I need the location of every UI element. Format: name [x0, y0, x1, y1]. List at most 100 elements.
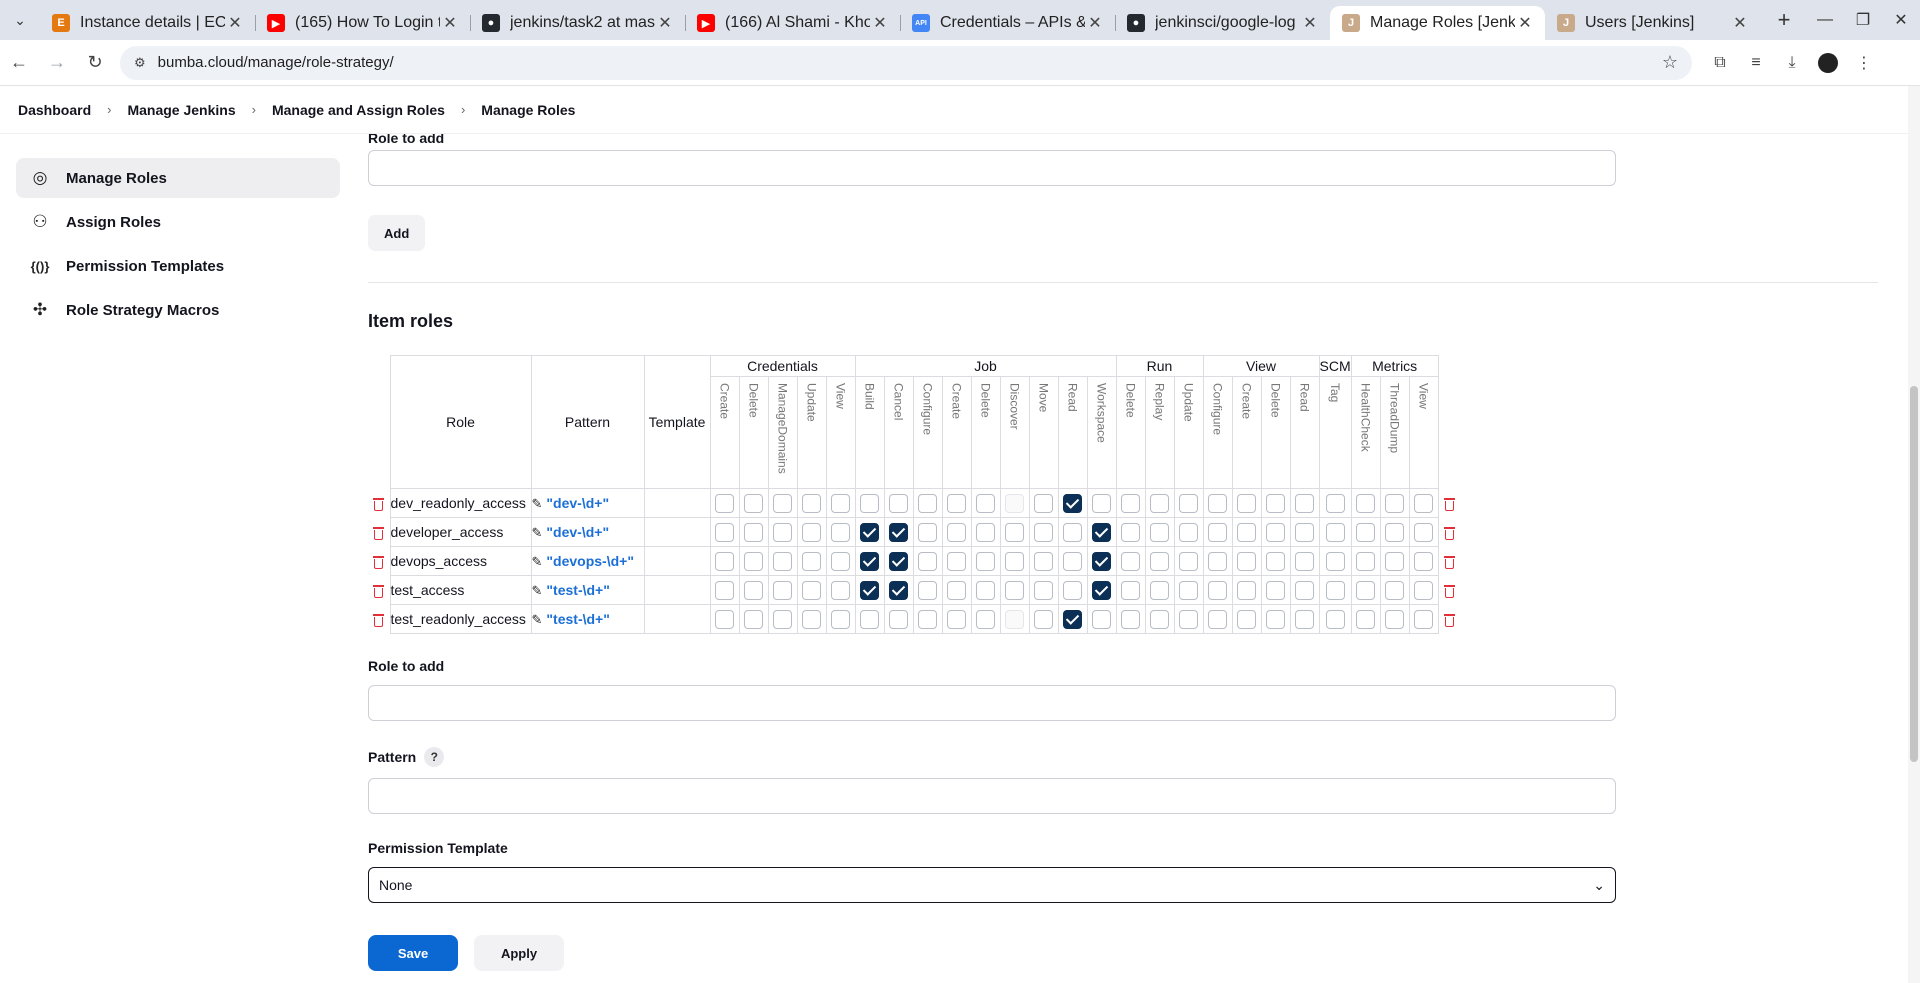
pattern-input[interactable]	[368, 778, 1616, 814]
permission-checkbox[interactable]	[1414, 493, 1434, 513]
back-icon[interactable]: ←	[0, 45, 38, 81]
delete-role-button[interactable]	[368, 576, 390, 605]
permission-checkbox[interactable]	[1150, 551, 1169, 571]
permission-checkbox[interactable]	[802, 580, 821, 600]
permission-checkbox[interactable]	[1414, 551, 1434, 571]
edit-pencil-icon[interactable]: ✎	[532, 496, 543, 511]
delete-role-button[interactable]	[1438, 547, 1460, 576]
permission-checkbox[interactable]	[1266, 609, 1285, 629]
permission-checkbox[interactable]	[860, 493, 879, 513]
permission-checkbox[interactable]	[773, 580, 792, 600]
forward-icon[interactable]: →	[38, 45, 76, 81]
sidebar-item-role-strategy-macros[interactable]: ✣ Role Strategy Macros	[16, 290, 340, 330]
permission-checkbox[interactable]	[1295, 580, 1314, 600]
permission-checkbox[interactable]	[715, 609, 734, 629]
pattern-value[interactable]: "dev-\d+"	[546, 524, 609, 540]
edit-pencil-icon[interactable]: ✎	[532, 612, 543, 627]
delete-role-button[interactable]	[368, 489, 390, 518]
page-scrollbar[interactable]	[1908, 86, 1920, 983]
permission-checkbox[interactable]	[1179, 522, 1198, 542]
tab-close-icon[interactable]: ✕	[1300, 13, 1320, 33]
permission-checkbox[interactable]	[744, 522, 763, 542]
permission-checkbox[interactable]	[918, 522, 937, 542]
permission-checkbox[interactable]	[1295, 522, 1314, 542]
permission-checkbox[interactable]	[1092, 522, 1111, 542]
pattern-value[interactable]: "test-\d+"	[546, 611, 609, 627]
browser-tab[interactable]: ▶ (165) How To Login t ✕	[255, 6, 470, 40]
permission-checkbox[interactable]	[1208, 580, 1227, 600]
permission-checkbox[interactable]	[1385, 580, 1405, 600]
permission-checkbox[interactable]	[1385, 493, 1405, 513]
permission-checkbox[interactable]	[918, 580, 937, 600]
permission-checkbox[interactable]	[1266, 580, 1285, 600]
permission-checkbox[interactable]	[1208, 551, 1227, 571]
permission-checkbox[interactable]	[1325, 522, 1345, 542]
add-role-button-top[interactable]: Add	[368, 215, 426, 251]
permission-checkbox[interactable]	[1092, 580, 1111, 600]
permission-checkbox[interactable]	[1266, 493, 1285, 513]
permission-checkbox[interactable]	[1266, 522, 1285, 542]
permission-checkbox[interactable]	[860, 522, 879, 542]
permission-checkbox[interactable]	[918, 551, 937, 571]
download-icon[interactable]: ⤓	[1774, 45, 1810, 81]
permission-checkbox[interactable]	[773, 551, 792, 571]
permission-checkbox[interactable]	[1237, 522, 1256, 542]
permission-checkbox[interactable]	[831, 551, 850, 571]
permission-checkbox[interactable]	[1121, 580, 1140, 600]
permission-checkbox[interactable]	[744, 493, 763, 513]
extensions-icon[interactable]: ⧉	[1702, 45, 1738, 81]
permission-checkbox[interactable]	[1121, 551, 1140, 571]
breadcrumb-dashboard[interactable]: Dashboard	[18, 102, 91, 118]
permission-checkbox[interactable]	[831, 522, 850, 542]
tab-close-icon[interactable]: ✕	[1515, 13, 1535, 33]
permission-checkbox[interactable]	[860, 609, 879, 629]
permission-checkbox[interactable]	[1150, 580, 1169, 600]
delete-role-button[interactable]	[368, 518, 390, 547]
save-button[interactable]: Save	[368, 935, 458, 971]
role-to-add-input-top[interactable]	[368, 150, 1616, 186]
permission-checkbox[interactable]	[889, 609, 908, 629]
permission-template-select[interactable]: None ⌄	[368, 867, 1616, 903]
permission-checkbox[interactable]	[715, 522, 734, 542]
sidebar-item-manage-roles[interactable]: ◎ Manage Roles	[16, 158, 340, 198]
permission-checkbox[interactable]	[889, 551, 908, 571]
browser-tab[interactable]: J Users [Jenkins] ✕	[1545, 6, 1760, 40]
browser-tab[interactable]: E Instance details | EC2 ✕	[40, 6, 255, 40]
browser-tab[interactable]: ▶ (166) Al Shami - Kho ✕	[685, 6, 900, 40]
permission-checkbox[interactable]	[1034, 493, 1053, 513]
permission-checkbox[interactable]	[1179, 580, 1198, 600]
permission-checkbox[interactable]	[918, 609, 937, 629]
permission-checkbox[interactable]	[1414, 580, 1434, 600]
permission-checkbox[interactable]	[802, 522, 821, 542]
permission-checkbox[interactable]	[918, 493, 937, 513]
permission-checkbox[interactable]	[860, 551, 879, 571]
breadcrumb-manage-assign-roles[interactable]: Manage and Assign Roles	[272, 102, 445, 118]
permission-checkbox[interactable]	[831, 580, 850, 600]
permission-checkbox[interactable]	[744, 609, 763, 629]
permission-checkbox[interactable]	[976, 522, 995, 542]
tab-close-icon[interactable]: ✕	[225, 13, 245, 33]
url-text[interactable]: bumba.cloud/manage/role-strategy/	[158, 54, 1662, 71]
breadcrumb-manage-roles[interactable]: Manage Roles	[481, 102, 575, 118]
permission-checkbox[interactable]	[773, 522, 792, 542]
tab-search-icon[interactable]: ⌄	[0, 0, 40, 40]
permission-checkbox[interactable]	[1266, 551, 1285, 571]
permission-checkbox[interactable]	[831, 609, 850, 629]
reload-icon[interactable]: ↻	[76, 45, 114, 81]
help-icon[interactable]: ?	[424, 747, 445, 767]
site-settings-icon[interactable]: ⚙	[134, 55, 146, 71]
permission-checkbox[interactable]	[802, 493, 821, 513]
permission-checkbox[interactable]	[1356, 609, 1376, 629]
permission-checkbox[interactable]	[1295, 551, 1314, 571]
permission-checkbox[interactable]	[1356, 551, 1376, 571]
tab-close-icon[interactable]: ✕	[1730, 13, 1750, 33]
sidebar-item-permission-templates[interactable]: {()} Permission Templates	[16, 246, 340, 286]
permission-checkbox[interactable]	[976, 551, 995, 571]
permission-checkbox[interactable]	[1150, 522, 1169, 542]
permission-checkbox[interactable]	[1356, 580, 1376, 600]
permission-checkbox[interactable]	[1150, 493, 1169, 513]
permission-checkbox[interactable]	[889, 580, 908, 600]
permission-checkbox[interactable]	[1034, 522, 1053, 542]
permission-checkbox[interactable]	[1179, 609, 1198, 629]
close-window-icon[interactable]: ✕	[1882, 0, 1920, 40]
